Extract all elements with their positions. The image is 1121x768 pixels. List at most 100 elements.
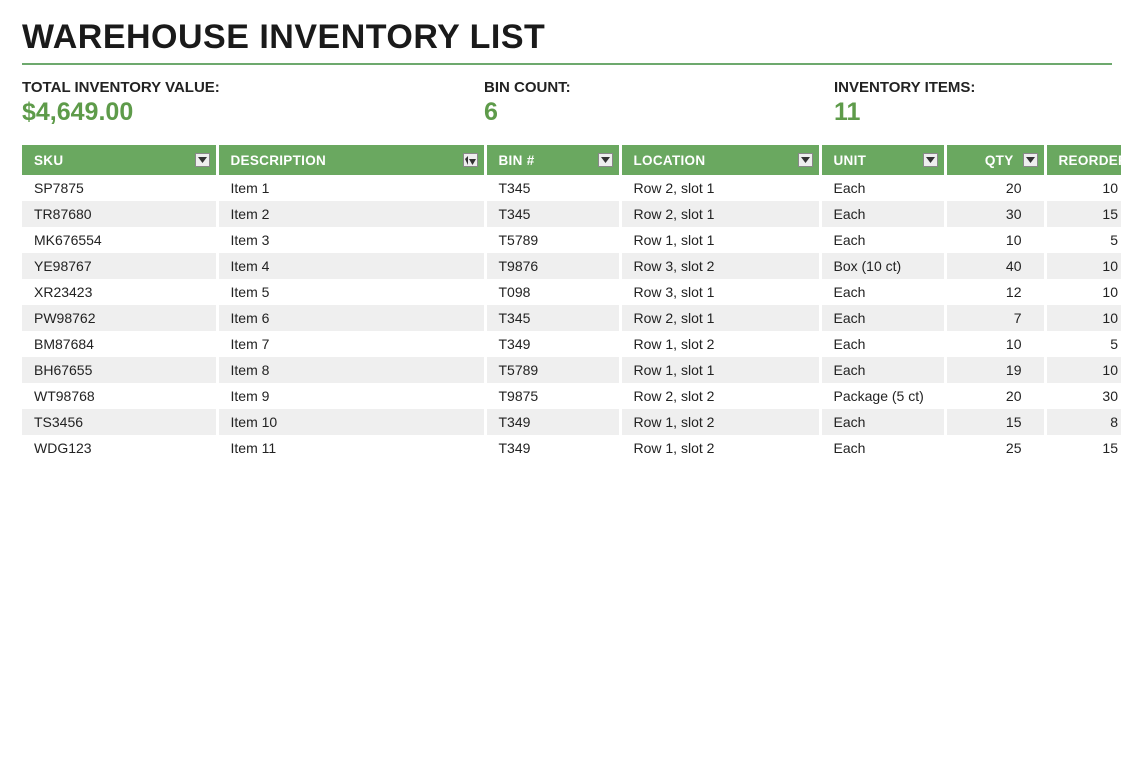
cell-description: Item 2 [217, 201, 485, 227]
cell-sku: BH67655 [22, 357, 217, 383]
summary-total: TOTAL INVENTORY VALUE: $4,649.00 [22, 79, 484, 127]
sort-asc-icon[interactable] [463, 153, 478, 167]
cell-qty: 20 [945, 383, 1045, 409]
summary-items-value: 11 [834, 98, 1114, 127]
cell-reorder: 8 [1045, 409, 1121, 435]
col-bin-label: BIN # [499, 153, 535, 168]
cell-qty: 15 [945, 409, 1045, 435]
table-row: BH67655Item 8T5789Row 1, slot 1Each1910 [22, 357, 1121, 383]
cell-description: Item 5 [217, 279, 485, 305]
cell-description: Item 6 [217, 305, 485, 331]
table-body: SP7875Item 1T345Row 2, slot 1Each2010TR8… [22, 175, 1121, 461]
cell-location: Row 2, slot 2 [620, 383, 820, 409]
summary-bins: BIN COUNT: 6 [484, 79, 834, 127]
cell-qty: 25 [945, 435, 1045, 461]
cell-description: Item 7 [217, 331, 485, 357]
cell-bin: T349 [485, 435, 620, 461]
table-row: WT98768Item 9T9875Row 2, slot 2Package (… [22, 383, 1121, 409]
col-reorder-label: REORDER [1059, 153, 1121, 168]
inventory-table: SKU DESCRIPTION BIN # [22, 145, 1121, 461]
cell-location: Row 2, slot 1 [620, 175, 820, 201]
table-row: BM87684Item 7T349Row 1, slot 2Each105 [22, 331, 1121, 357]
summary-bins-value: 6 [484, 98, 834, 127]
cell-unit: Each [820, 305, 945, 331]
cell-sku: WDG123 [22, 435, 217, 461]
cell-qty: 40 [945, 253, 1045, 279]
cell-unit: Each [820, 435, 945, 461]
cell-unit: Each [820, 201, 945, 227]
filter-dropdown-icon[interactable] [798, 153, 813, 167]
cell-unit: Package (5 ct) [820, 383, 945, 409]
cell-qty: 10 [945, 331, 1045, 357]
col-location[interactable]: LOCATION [620, 145, 820, 175]
cell-location: Row 2, slot 1 [620, 201, 820, 227]
cell-bin: T9875 [485, 383, 620, 409]
cell-qty: 7 [945, 305, 1045, 331]
cell-unit: Each [820, 357, 945, 383]
cell-sku: XR23423 [22, 279, 217, 305]
summary-total-label: TOTAL INVENTORY VALUE: [22, 79, 484, 96]
filter-dropdown-icon[interactable] [923, 153, 938, 167]
cell-reorder: 10 [1045, 305, 1121, 331]
col-reorder[interactable]: REORDER [1045, 145, 1121, 175]
cell-reorder: 30 [1045, 383, 1121, 409]
filter-dropdown-icon[interactable] [1023, 153, 1038, 167]
table-header-row: SKU DESCRIPTION BIN # [22, 145, 1121, 175]
col-unit[interactable]: UNIT [820, 145, 945, 175]
cell-description: Item 4 [217, 253, 485, 279]
table-row: SP7875Item 1T345Row 2, slot 1Each2010 [22, 175, 1121, 201]
cell-description: Item 1 [217, 175, 485, 201]
filter-dropdown-icon[interactable] [195, 153, 210, 167]
cell-sku: PW98762 [22, 305, 217, 331]
cell-location: Row 2, slot 1 [620, 305, 820, 331]
cell-description: Item 3 [217, 227, 485, 253]
table-row: TR87680Item 2T345Row 2, slot 1Each3015 [22, 201, 1121, 227]
cell-location: Row 1, slot 2 [620, 409, 820, 435]
col-description-label: DESCRIPTION [231, 153, 327, 168]
summary-row: TOTAL INVENTORY VALUE: $4,649.00 BIN COU… [22, 79, 1121, 127]
cell-location: Row 1, slot 1 [620, 357, 820, 383]
col-qty-label: QTY [985, 153, 1014, 168]
cell-location: Row 1, slot 2 [620, 331, 820, 357]
table-row: PW98762Item 6T345Row 2, slot 1Each710 [22, 305, 1121, 331]
filter-dropdown-icon[interactable] [598, 153, 613, 167]
col-description[interactable]: DESCRIPTION [217, 145, 485, 175]
table-row: MK676554Item 3T5789Row 1, slot 1Each105 [22, 227, 1121, 253]
cell-location: Row 3, slot 1 [620, 279, 820, 305]
summary-total-value: $4,649.00 [22, 98, 484, 127]
cell-unit: Each [820, 227, 945, 253]
cell-bin: T5789 [485, 357, 620, 383]
cell-reorder: 15 [1045, 201, 1121, 227]
cell-unit: Each [820, 175, 945, 201]
cell-bin: T345 [485, 201, 620, 227]
cell-sku: SP7875 [22, 175, 217, 201]
table-row: TS3456Item 10T349Row 1, slot 2Each158 [22, 409, 1121, 435]
cell-sku: MK676554 [22, 227, 217, 253]
cell-qty: 10 [945, 227, 1045, 253]
cell-bin: T098 [485, 279, 620, 305]
col-qty[interactable]: QTY [945, 145, 1045, 175]
cell-unit: Each [820, 279, 945, 305]
table-row: YE98767Item 4T9876Row 3, slot 2Box (10 c… [22, 253, 1121, 279]
table-row: WDG123Item 11T349Row 1, slot 2Each2515 [22, 435, 1121, 461]
summary-items-label: INVENTORY ITEMS: [834, 79, 1114, 96]
cell-bin: T349 [485, 331, 620, 357]
cell-qty: 20 [945, 175, 1045, 201]
cell-sku: YE98767 [22, 253, 217, 279]
cell-sku: BM87684 [22, 331, 217, 357]
cell-reorder: 15 [1045, 435, 1121, 461]
cell-description: Item 8 [217, 357, 485, 383]
cell-location: Row 1, slot 1 [620, 227, 820, 253]
col-bin[interactable]: BIN # [485, 145, 620, 175]
cell-unit: Box (10 ct) [820, 253, 945, 279]
summary-bins-label: BIN COUNT: [484, 79, 834, 96]
col-unit-label: UNIT [834, 153, 867, 168]
cell-sku: TS3456 [22, 409, 217, 435]
cell-qty: 19 [945, 357, 1045, 383]
cell-bin: T345 [485, 175, 620, 201]
cell-bin: T5789 [485, 227, 620, 253]
col-sku[interactable]: SKU [22, 145, 217, 175]
cell-location: Row 1, slot 2 [620, 435, 820, 461]
col-sku-label: SKU [34, 153, 63, 168]
cell-reorder: 5 [1045, 227, 1121, 253]
